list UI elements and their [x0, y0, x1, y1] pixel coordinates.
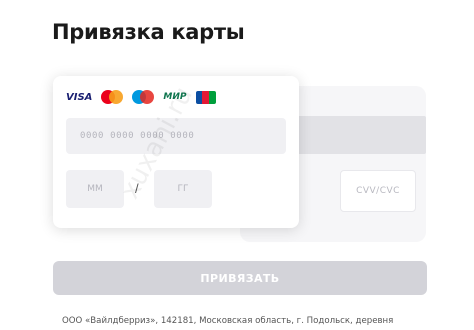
mir-logo: МИР: [163, 92, 187, 102]
jcb-logo: [195, 90, 216, 104]
mastercard-logo: [101, 90, 124, 104]
bind-card-button[interactable]: ПРИВЯЗАТЬ: [53, 261, 427, 295]
maestro-logo: [132, 90, 155, 104]
visa-logo: VISA: [66, 91, 93, 103]
expiry-separator: /: [135, 181, 139, 196]
payment-system-logos: VISA МИР: [66, 90, 216, 104]
footer-legal-text: ООО «Вайлдберриз», 142181, Московская об…: [62, 316, 394, 326]
expiry-year-input[interactable]: ГГ: [154, 170, 212, 208]
page-title: Привязка карты: [52, 20, 245, 44]
cvv-input[interactable]: CVV/CVC: [340, 170, 416, 212]
card-number-input[interactable]: 0000 0000 0000 0000: [66, 118, 286, 154]
expiry-month-input[interactable]: ММ: [66, 170, 124, 208]
